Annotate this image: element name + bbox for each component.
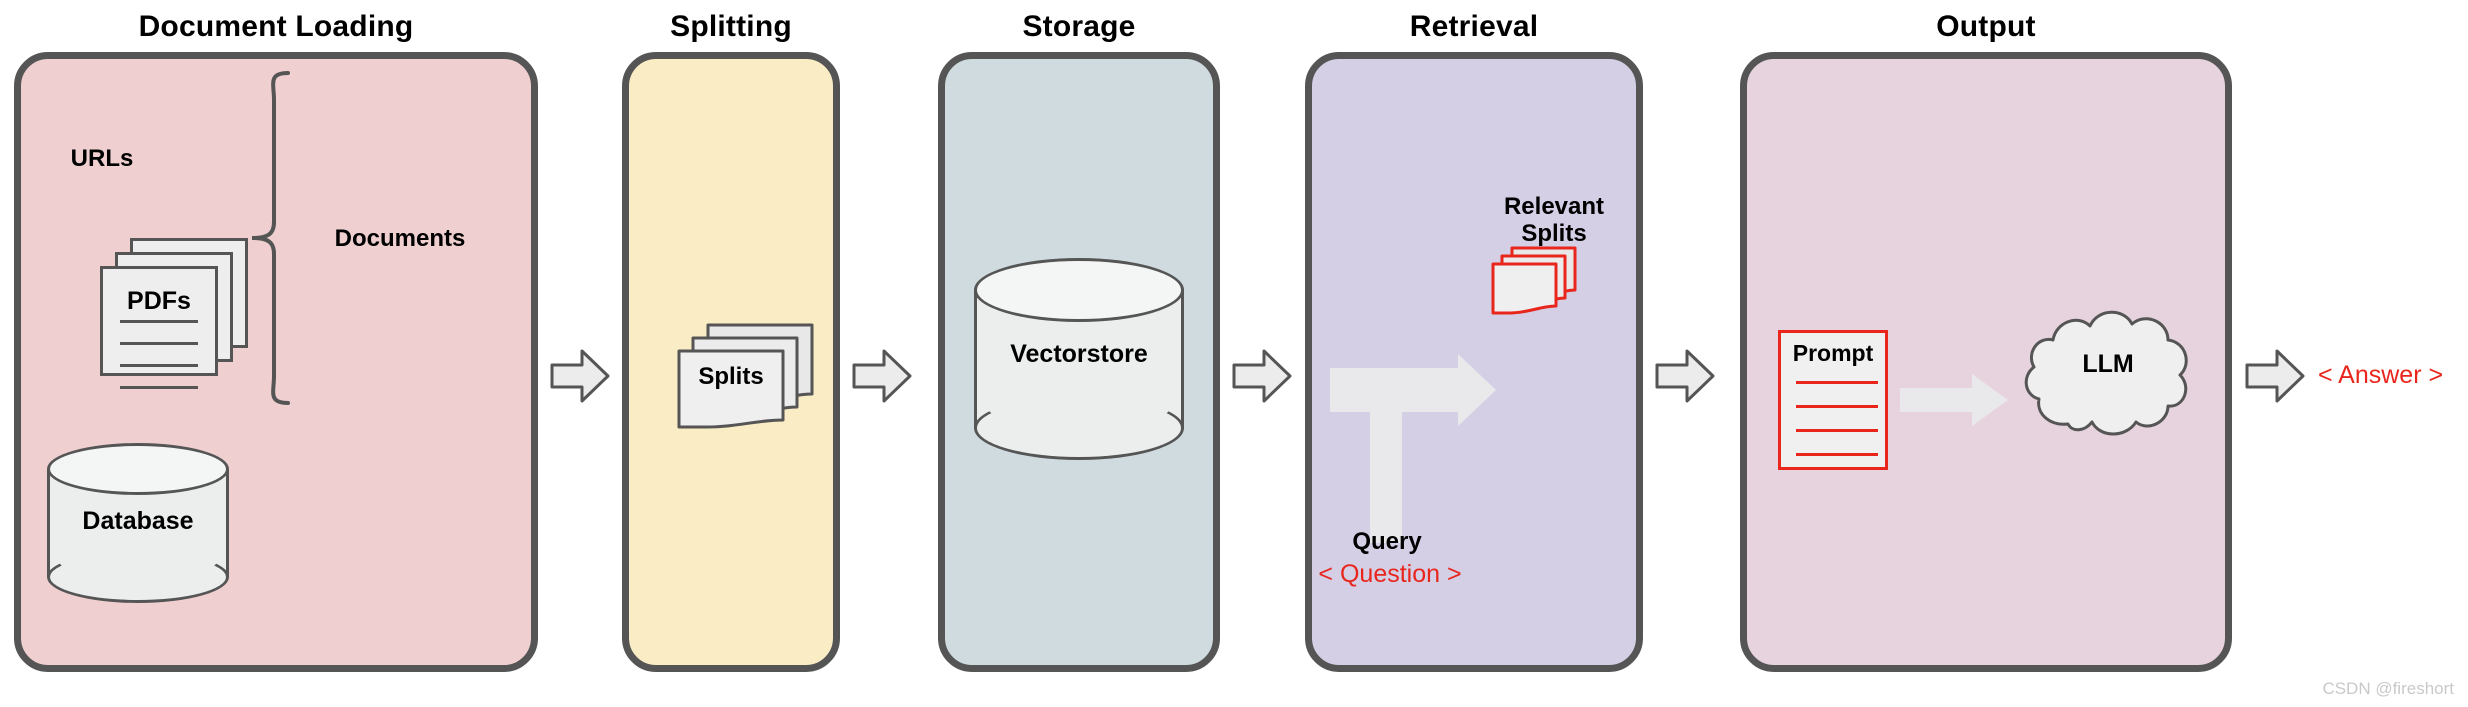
prompt-to-llm-arrow: [1900, 374, 2008, 426]
label-relevant-splits-line1: Relevant: [1503, 193, 1605, 220]
arrow-retrieval-to-output: [1655, 349, 1715, 403]
label-documents: Documents: [334, 225, 466, 252]
watermark: CSDN @fireshort: [2322, 679, 2454, 698]
stage-title-splitting: Splitting: [670, 10, 792, 43]
label-urls: URLs: [70, 145, 134, 172]
label-question: < Question >: [1318, 560, 1462, 588]
arrow-loading-to-splitting: [550, 349, 610, 403]
stage-title-storage: Storage: [1022, 10, 1136, 43]
stage-title-output: Output: [1936, 10, 2036, 43]
label-relevant-splits-line2: Splits: [1521, 220, 1587, 247]
label-pdfs: PDFs: [127, 287, 191, 315]
label-answer: < Answer >: [2318, 361, 2444, 389]
label-llm: LLM: [2082, 350, 2134, 378]
diagram-canvas: Document Loading Splitting Storage Retri…: [0, 0, 2468, 707]
stage-title-document-loading: Document Loading: [138, 10, 414, 43]
label-prompt: Prompt: [1792, 340, 1874, 366]
arrow-storage-to-retrieval: [1232, 349, 1292, 403]
label-database: Database: [82, 507, 194, 535]
red-card-stack-icon-relevant-splits: [1491, 246, 1577, 315]
stage-title-retrieval: Retrieval: [1409, 10, 1539, 43]
label-query: Query: [1352, 528, 1422, 555]
t-arrow-icon-query: [1330, 354, 1496, 543]
arrow-splitting-to-storage: [852, 349, 912, 403]
arrow-output-to-answer: [2245, 349, 2305, 403]
label-vectorstore: Vectorstore: [1010, 340, 1148, 368]
label-splits: Splits: [698, 363, 764, 390]
curly-brace-icon: [251, 71, 290, 405]
